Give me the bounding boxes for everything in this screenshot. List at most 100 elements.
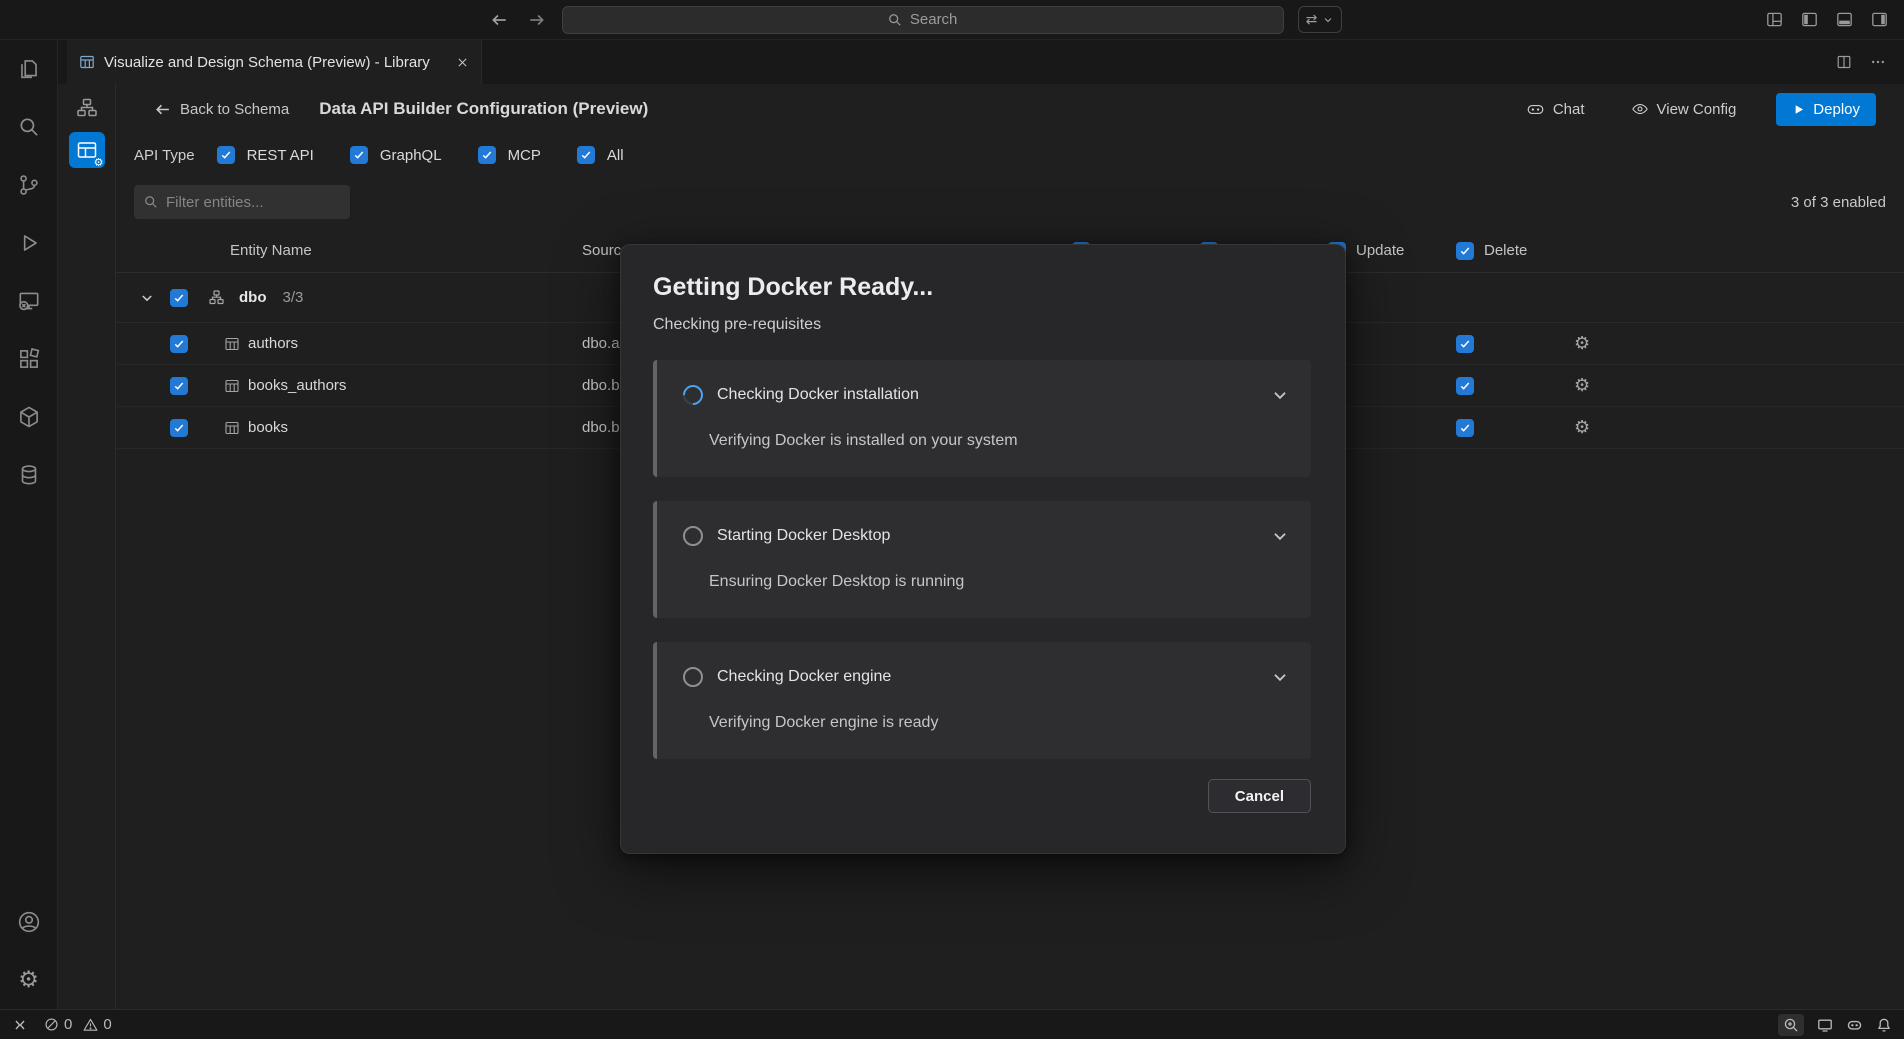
back-arrow-icon[interactable] [490,11,508,29]
table-icon [224,420,240,436]
remote-indicator-icon[interactable] [12,1017,28,1033]
getting-docker-ready-dialog: Getting Docker Ready... Checking pre-req… [620,244,1346,854]
step-title: Checking Docker installation [717,386,919,404]
delete-all-checkbox[interactable] [1456,242,1474,260]
forward-arrow-icon[interactable] [528,11,546,29]
step-docker-installation[interactable]: Checking Docker installation Verifying D… [653,360,1311,477]
schema-designer-button[interactable] [69,90,105,126]
mcp-checkbox-group[interactable]: MCP [478,146,541,164]
settings-gear-icon[interactable]: ⚙ [0,951,57,1009]
graphql-checkbox[interactable] [350,146,368,164]
tab-strip: Visualize and Design Schema (Preview) - … [58,40,1904,84]
warning-count: 0 [103,1016,111,1033]
enabled-summary: 3 of 3 enabled [1791,194,1886,211]
deploy-button[interactable]: Deploy [1776,93,1876,126]
explorer-icon[interactable] [0,40,57,98]
arrow-left-icon [154,101,171,118]
chevron-down-icon[interactable] [1271,386,1289,404]
step-title: Starting Docker Desktop [717,527,890,545]
step-description: Ensuring Docker Desktop is running [709,573,1289,591]
graphql-checkbox-group[interactable]: GraphQL [350,146,442,164]
advanced-settings-gear-icon[interactable]: ⚙ [1574,417,1590,438]
search-icon [144,195,158,209]
advanced-settings-gear-icon[interactable]: ⚙ [1574,375,1590,396]
entity-cell: authors [116,335,582,353]
more-actions-icon[interactable] [1870,54,1886,70]
account-icon[interactable] [0,893,57,951]
toggle-sidebar-left-icon[interactable] [1801,11,1818,28]
search-icon [888,13,902,27]
entity-cell: books_authors [116,377,582,395]
dialog-title: Getting Docker Ready... [653,273,1311,302]
all-checkbox[interactable] [577,146,595,164]
split-editor-icon[interactable] [1836,54,1852,70]
zoom-indicator-icon[interactable] [1778,1014,1804,1036]
group-name: dbo [239,289,267,306]
play-icon [1792,103,1805,116]
entity-name: books_authors [248,377,346,394]
tab-close-icon[interactable] [454,54,471,71]
group-count: 3/3 [283,289,304,306]
step-docker-desktop[interactable]: Starting Docker Desktop Ensuring Docker … [653,501,1311,618]
check-icon [580,149,592,161]
row-checkbox[interactable] [170,419,188,437]
run-debug-icon[interactable] [0,214,57,272]
activity-bar: ⚙ [0,40,58,1009]
progress-spinner-icon [683,526,703,546]
tab-visualize-design-schema[interactable]: Visualize and Design Schema (Preview) - … [67,40,482,84]
back-to-schema-link[interactable]: Back to Schema [154,101,289,118]
database-projects-icon[interactable] [0,446,57,504]
toggle-sidebar-right-icon[interactable] [1871,11,1888,28]
step-docker-engine[interactable]: Checking Docker engine Verifying Docker … [653,642,1311,759]
delete-checkbox[interactable] [1456,419,1474,437]
warnings-icon [83,1017,98,1032]
group-checkbox[interactable] [170,289,188,307]
all-checkbox-group[interactable]: All [577,146,624,164]
advanced-settings-gear-icon[interactable]: ⚙ [1574,333,1590,354]
group-entity-cell: dbo 3/3 [116,289,582,307]
chevron-down-icon[interactable] [1271,527,1289,545]
copilot-status-icon[interactable] [1846,1016,1863,1033]
search-sidebar-icon[interactable] [0,98,57,156]
containers-icon[interactable] [0,388,57,446]
rest-api-checkbox-group[interactable]: REST API [217,146,314,164]
chevron-down-icon [1322,14,1334,26]
dab-configuration-button[interactable]: ⚙ [69,132,105,168]
problems-indicator[interactable]: 0 0 [44,1016,112,1033]
gear-glyph: ⚙ [18,969,39,992]
command-center-search[interactable]: Search [562,6,1284,34]
search-placeholder: Search [910,11,958,28]
extensions-icon[interactable] [0,330,57,388]
schema-file-icon [79,54,95,70]
check-icon [353,149,365,161]
screencast-icon[interactable] [1817,1017,1833,1033]
session-dropdown[interactable]: ⇄ [1298,6,1343,33]
rest-api-checkbox[interactable] [217,146,235,164]
header-actions: Chat View Config Deploy [1526,93,1876,126]
chevron-down-icon[interactable] [1271,668,1289,686]
row-checkbox[interactable] [170,335,188,353]
error-count: 0 [64,1016,72,1033]
sql-server-icon[interactable] [0,272,57,330]
status-left: 0 0 [12,1016,112,1033]
all-label: All [607,147,624,164]
page-title: Data API Builder Configuration (Preview) [319,99,648,119]
delete-checkbox[interactable] [1456,335,1474,353]
chat-button[interactable]: Chat [1526,100,1585,119]
notifications-bell-icon[interactable] [1876,1017,1892,1033]
mcp-checkbox[interactable] [478,146,496,164]
customize-layout-icon[interactable] [1766,11,1783,28]
designer-rail: ⚙ [58,84,116,1009]
check-icon [173,422,185,434]
collapse-chevron-icon[interactable] [139,290,157,306]
filter-entities-input[interactable] [166,194,340,211]
delete-checkbox[interactable] [1456,377,1474,395]
source-control-icon[interactable] [0,156,57,214]
row-checkbox[interactable] [170,377,188,395]
dialog-footer: Cancel [655,779,1311,813]
check-icon [1459,245,1471,257]
deploy-label: Deploy [1813,101,1860,118]
toggle-panel-icon[interactable] [1836,11,1853,28]
view-config-button[interactable]: View Config [1631,100,1737,118]
cancel-button[interactable]: Cancel [1208,779,1311,813]
